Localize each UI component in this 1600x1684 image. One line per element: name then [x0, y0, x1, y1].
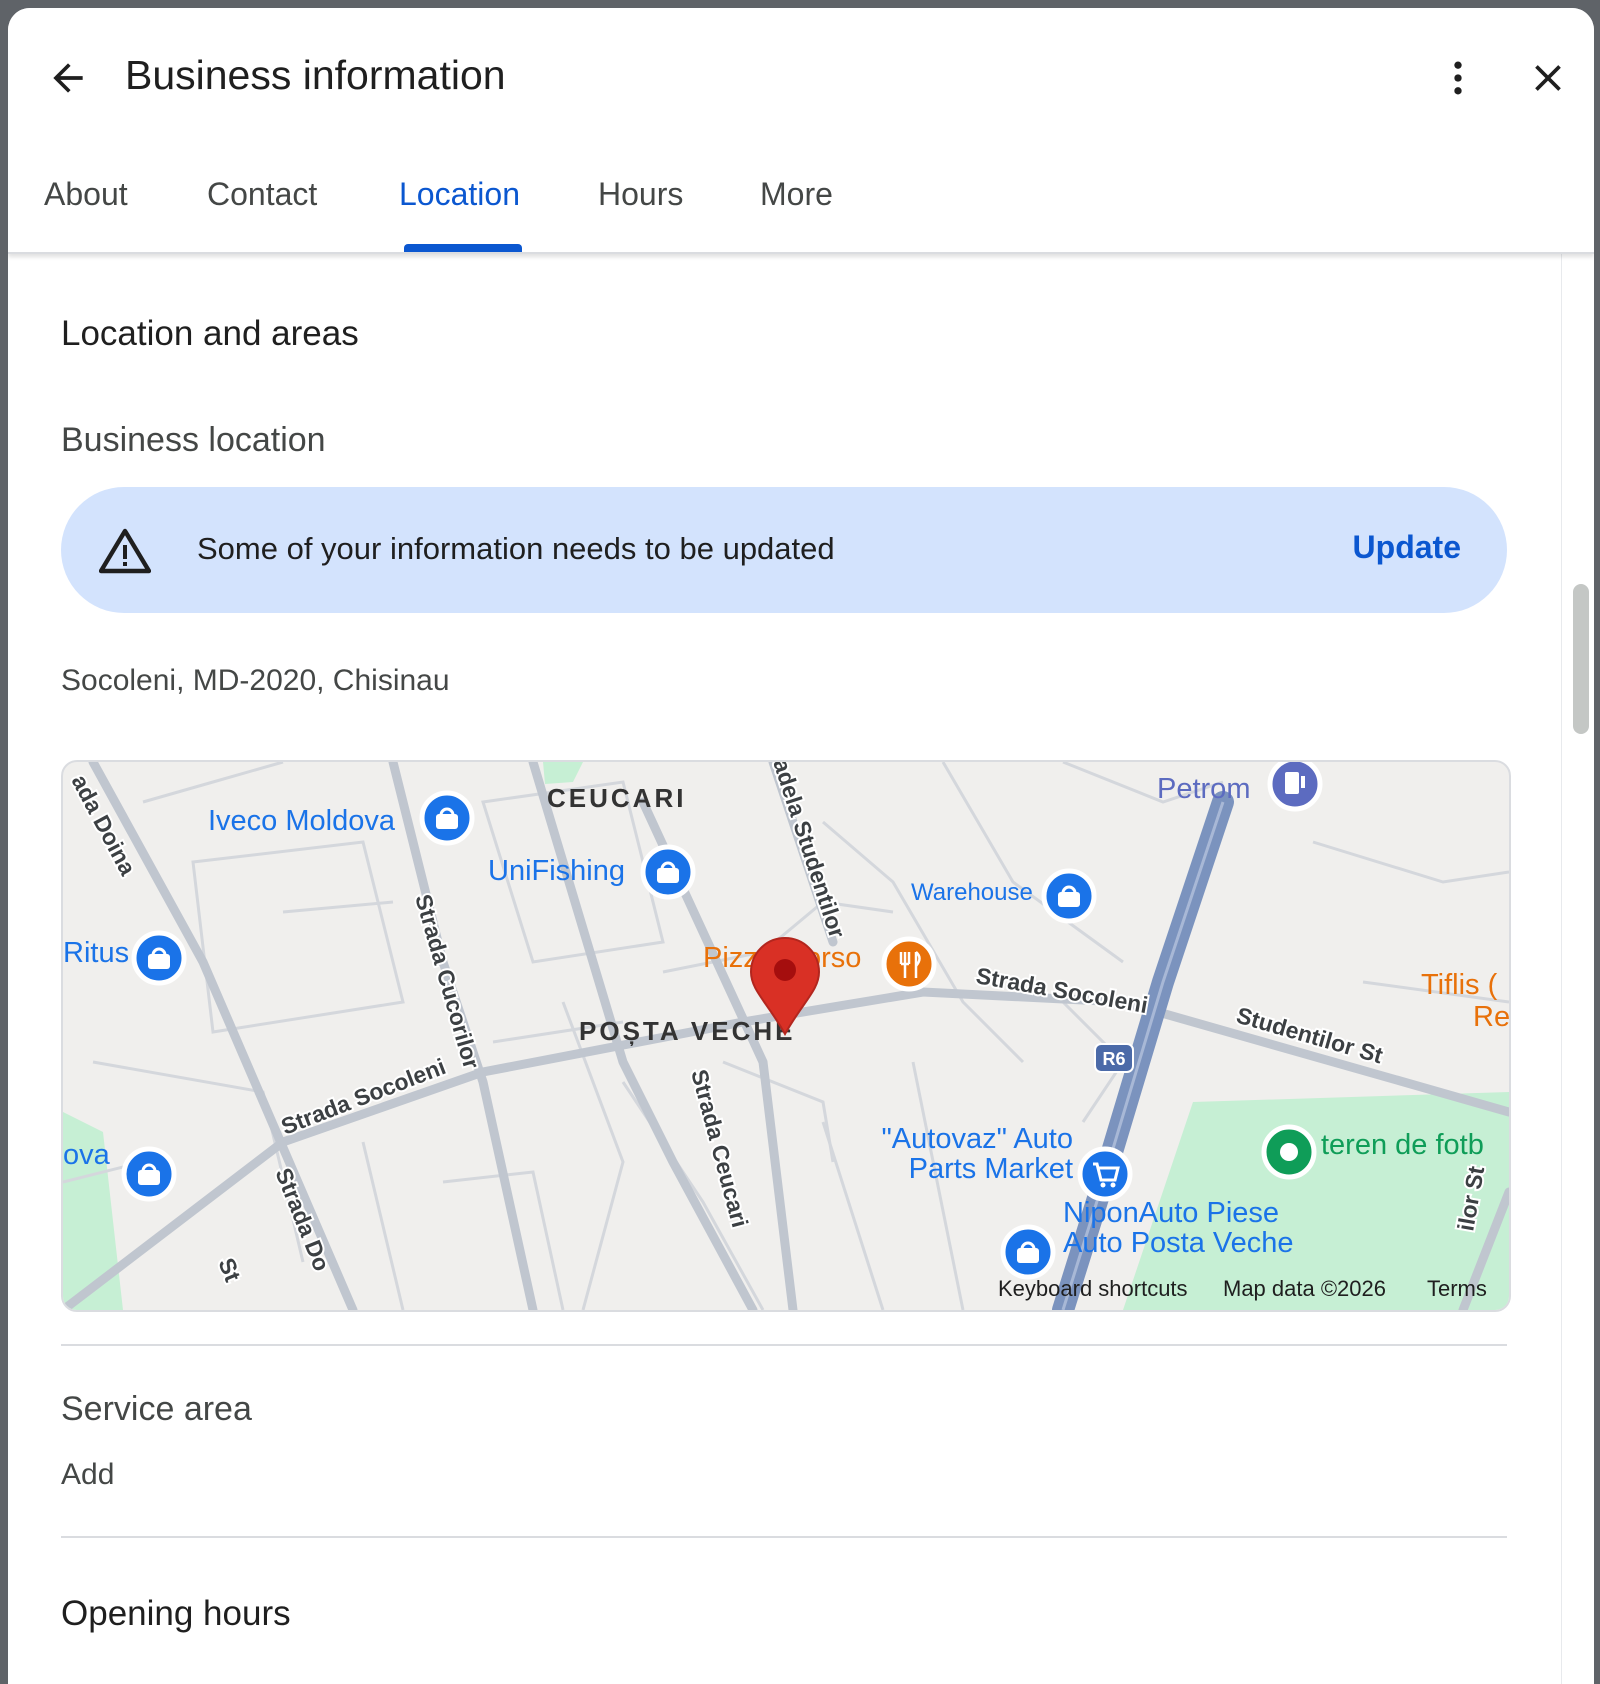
tab-about[interactable]: About — [44, 176, 128, 213]
service-area-label: Service area — [61, 1390, 252, 1428]
banner-message: Some of your information needs to be upd… — [197, 531, 835, 566]
map-data-label: Map data ©2026 — [1223, 1276, 1386, 1301]
shop-pin-icon[interactable] — [131, 930, 187, 986]
map-place-label: Re — [1473, 1001, 1509, 1033]
map-place-label: Tiflis ( — [1421, 969, 1498, 1001]
terms-link[interactable]: Terms — [1427, 1276, 1487, 1302]
map-park-area — [543, 762, 583, 784]
business-location-label: Business location — [61, 421, 326, 459]
cart-pin-icon[interactable] — [1077, 1146, 1133, 1202]
section-divider — [61, 1344, 1507, 1346]
map-place-label: Auto Posta Veche — [1063, 1227, 1294, 1259]
section-title: Location and areas — [61, 314, 359, 353]
tab-hours[interactable]: Hours — [598, 176, 683, 213]
map-street-label: Strada Socoleni — [974, 962, 1150, 1018]
shop-pin-icon[interactable] — [640, 844, 696, 900]
business-information-dialog: Business information About Contact Locat… — [8, 8, 1594, 1684]
dialog-content: Location and areas Business location Som… — [8, 254, 1560, 1684]
add-service-area-button[interactable]: Add — [61, 1458, 114, 1492]
active-tab-indicator — [404, 244, 522, 252]
map-place-label: Ritus — [63, 937, 129, 969]
restaurant-pin-icon[interactable] — [881, 936, 937, 992]
more-options-button[interactable] — [1426, 46, 1490, 110]
map-neighborhood-label: CEUCARI — [547, 783, 686, 813]
map-place-label: ova — [63, 1139, 111, 1171]
update-warning-banner: Some of your information needs to be upd… — [61, 487, 1507, 613]
shop-pin-icon[interactable] — [419, 790, 475, 846]
dialog-header: Business information About Contact Locat… — [8, 8, 1594, 254]
map-place-label: Iveco Moldova — [208, 805, 396, 837]
update-button[interactable]: Update — [1353, 529, 1461, 566]
close-button[interactable] — [1516, 46, 1580, 110]
keyboard-shortcuts-link[interactable]: Keyboard shortcuts — [998, 1276, 1188, 1302]
map-place-label: Warehouse — [911, 879, 1033, 906]
close-icon — [1535, 65, 1561, 91]
map-street-label: St — [213, 1254, 246, 1285]
svg-text:R6: R6 — [1102, 1049, 1125, 1069]
map-place-label: teren de fotb — [1321, 1129, 1484, 1161]
map-place-label: UniFishing — [488, 855, 625, 887]
park-pin-icon[interactable] — [1261, 1124, 1317, 1180]
business-address: Socoleni, MD-2020, Chisinau — [61, 664, 450, 697]
scrollbar-thumb[interactable] — [1573, 584, 1589, 734]
tab-contact[interactable]: Contact — [207, 176, 317, 213]
map-place-label: Parts Market — [909, 1153, 1073, 1185]
shop-pin-icon[interactable] — [1000, 1224, 1056, 1280]
back-button[interactable] — [36, 46, 100, 110]
location-map[interactable]: R6 CEUCARI POȘTA VECHE ada Doina Strada … — [61, 760, 1511, 1312]
section-divider — [61, 1536, 1507, 1538]
arrow-left-icon — [53, 63, 83, 93]
shop-pin-icon[interactable] — [121, 1146, 177, 1202]
map-neighborhood-label: POȘTA VECHE — [579, 1016, 795, 1046]
opening-hours-title: Opening hours — [61, 1594, 291, 1633]
map-place-label: NiponAuto Piese — [1063, 1197, 1279, 1229]
map-place-label: Petrom — [1157, 773, 1250, 805]
tab-location[interactable]: Location — [399, 176, 520, 213]
more-vert-icon — [1454, 61, 1462, 95]
shop-pin-icon[interactable] — [1041, 868, 1097, 924]
map-place-label: Pizz — [703, 942, 758, 974]
dialog-title: Business information — [125, 52, 506, 98]
scrollbar-track[interactable] — [1561, 254, 1594, 1684]
road-badge-r6: R6 — [1094, 1043, 1134, 1073]
map-place-label: "Autovaz" Auto — [882, 1123, 1074, 1155]
fuel-pin-icon[interactable] — [1267, 762, 1323, 812]
map-street-label: Strada Cucorilor — [410, 891, 485, 1071]
warning-icon — [99, 528, 151, 574]
tab-more[interactable]: More — [760, 176, 833, 213]
